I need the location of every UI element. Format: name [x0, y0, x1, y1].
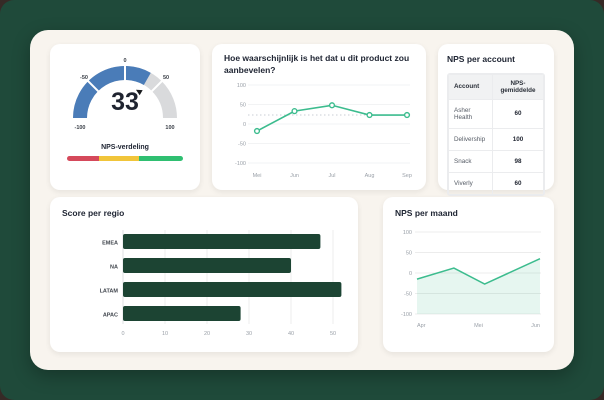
gauge-tick-label: -100 [74, 125, 85, 131]
account-table: AccountNPS-gemiddeldeAsher Health60Deliv… [448, 74, 544, 195]
account-name-cell: Delivership [449, 128, 493, 150]
data-point-marker [405, 112, 410, 117]
bar-latam [123, 282, 341, 297]
dashboard-panel: -100-5005010033 NPS-verdeling Hoe waarsc… [30, 30, 574, 370]
nps-value-cell: 100 [492, 128, 543, 150]
likelihood-card: Hoe waarschijnlijk is het dat u dit prod… [212, 44, 426, 190]
account-name-cell: Viverly [449, 172, 493, 194]
dashboard-screen: -100-5005010033 NPS-verdeling Hoe waarsc… [0, 0, 604, 400]
nps-color-legend [67, 156, 183, 161]
gauge-tick-label: 100 [165, 125, 174, 131]
y-tick-label: -50 [238, 141, 246, 147]
nps-value-cell: 60 [492, 172, 543, 194]
y-tick-label: -100 [401, 312, 412, 318]
data-point-marker [292, 109, 297, 114]
table-header-nps: NPS-gemiddelde [492, 74, 543, 99]
nps-value-cell: 60 [492, 99, 543, 128]
gauge-tick-label: 0 [123, 58, 126, 64]
category-label: APAC [103, 312, 118, 318]
x-tick-label: Jul [328, 173, 335, 179]
likelihood-line-chart: 100 50 0 -50 -100 Mei Jun Jul Aug Sep [224, 79, 414, 183]
region-score-title: Score per regio [62, 208, 346, 220]
data-point-marker [255, 128, 260, 133]
table-row: Asher Health60 [449, 99, 544, 128]
data-point-marker [367, 112, 372, 117]
likelihood-card-title: Hoe waarschijnlijk is het dat u dit prod… [224, 53, 414, 77]
table-row: Snack98 [449, 150, 544, 172]
y-tick-label: 50 [240, 102, 246, 108]
account-name-cell: Asher Health [449, 99, 493, 128]
account-table-wrapper: AccountNPS-gemiddeldeAsher Health60Deliv… [447, 73, 545, 196]
x-tick-label: 30 [246, 331, 252, 337]
x-tick-label: Sep [402, 173, 412, 179]
monthly-nps-title: NPS per maand [395, 208, 542, 220]
account-table-card: NPS per account AccountNPS-gemiddeldeAsh… [438, 44, 554, 190]
monthly-nps-card: NPS per maand 100 50 0 -50 -100 Apr Mei Jun [383, 197, 554, 352]
nps-gauge-chart: -100 -50 0 50 100 33 [62, 50, 188, 134]
bar-na [123, 258, 291, 273]
x-tick-label: Aug [365, 173, 375, 179]
y-tick-label: -100 [235, 161, 246, 167]
category-label: LATAM [100, 288, 119, 294]
category-label: NA [110, 264, 118, 270]
gauge-value-text: 33 [111, 88, 139, 116]
x-tick-label: 0 [121, 331, 124, 337]
legend-segment-detractors [67, 156, 99, 161]
region-score-card: Score per regio 0 10 20 30 40 50 EMEA NA LATAM AP… [50, 197, 358, 352]
legend-segment-promoters [139, 156, 183, 161]
monthly-area-chart: 100 50 0 -50 -100 Apr Mei Jun [395, 226, 542, 338]
gauge-tick-label: -50 [80, 75, 88, 81]
y-tick-label: 0 [243, 122, 246, 128]
x-tick-label: 20 [204, 331, 210, 337]
x-tick-label: Mei [474, 323, 483, 329]
table-row: Delivership100 [449, 128, 544, 150]
region-bar-chart: 0 10 20 30 40 50 EMEA NA LATAM APAC [62, 228, 346, 340]
x-tick-label: Apr [417, 323, 426, 329]
bar-emea [123, 234, 320, 249]
y-tick-label: 50 [406, 250, 412, 256]
gauge-tick-label: 50 [163, 75, 169, 81]
x-tick-label: Jun [290, 173, 299, 179]
table-row: Viverly60 [449, 172, 544, 194]
x-tick-label: Mei [253, 173, 262, 179]
table-header-account: Account [449, 74, 493, 99]
nps-gauge-footer-label: NPS-verdeling [62, 144, 188, 151]
y-tick-label: 0 [409, 271, 412, 277]
nps-value-cell: 98 [492, 150, 543, 172]
account-name-cell: Snack [449, 150, 493, 172]
y-tick-label: -50 [404, 291, 412, 297]
table-header-row: AccountNPS-gemiddelde [449, 74, 544, 99]
y-tick-label: 100 [237, 83, 246, 89]
account-table-title: NPS per account [447, 54, 545, 66]
x-tick-label: 40 [288, 331, 294, 337]
bar-apac [123, 306, 241, 321]
category-label: EMEA [102, 240, 118, 246]
y-tick-label: 100 [403, 230, 412, 236]
nps-gauge-card: -100 -50 0 50 100 33 NPS-verdeling [50, 44, 200, 190]
x-tick-label: 50 [330, 331, 336, 337]
line-series [257, 105, 407, 131]
x-tick-label: Jun [531, 323, 540, 329]
legend-segment-passives [99, 156, 138, 161]
data-point-marker [330, 103, 335, 108]
x-tick-label: 10 [162, 331, 168, 337]
